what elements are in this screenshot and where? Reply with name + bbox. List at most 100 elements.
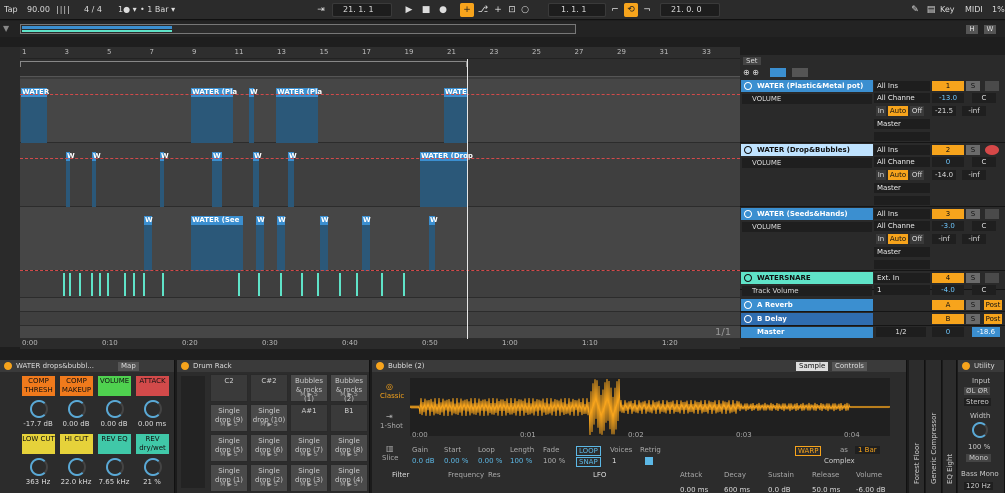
warp-button[interactable]: WARP [795,446,822,456]
monitor-auto[interactable]: Auto [888,234,908,244]
drum-pad[interactable]: Single drop (3) M ▶ S [290,464,328,492]
volume-field[interactable]: -4.0 [932,285,964,295]
loop-brace-lane[interactable] [20,59,740,77]
macro-button[interactable]: HI CUT [60,434,93,454]
pad-overview[interactable] [181,376,205,488]
snap-button[interactable]: SNAP [576,457,601,467]
tab-sample[interactable]: Sample [796,362,829,371]
volume-field[interactable]: 0 [932,157,964,167]
lane-track-3[interactable] [20,207,740,271]
power-icon[interactable] [376,362,384,370]
macro-value[interactable]: 22.0 kHz [58,478,94,486]
pre-post-toggle[interactable]: Post [984,314,1002,324]
macro-knob[interactable] [144,458,162,476]
draw-mode-icon[interactable]: ✎ [908,3,922,17]
drum-pad[interactable]: Single drop (6) M ▶ S [250,434,288,462]
voices-value[interactable]: 1 [612,457,616,465]
retrig-toggle[interactable] [645,457,653,465]
monitor-auto[interactable]: Auto [888,106,908,116]
length-value[interactable]: 100 % [510,457,532,465]
clip[interactable]: WATER [21,88,49,143]
loop-value[interactable]: 0.00 % [478,457,502,465]
macro-button[interactable]: VOLUME [98,376,131,396]
record-button[interactable]: ● [436,3,450,17]
bar-ruler[interactable]: 1 3 5 7 9 11 13 15 17 19 21 23 25 27 29 31 33 [20,47,740,59]
lane-track-2[interactable] [20,143,740,207]
snare-hit[interactable] [91,273,93,296]
snare-hit[interactable] [403,273,405,296]
macro-knob[interactable] [68,400,86,418]
device-eq-eight[interactable]: EQ Eight [943,360,957,493]
input-channel-select[interactable]: 1 [874,285,930,295]
pan-field[interactable]: C [972,221,996,231]
input-channel-select[interactable]: All Channe [874,157,930,167]
clip[interactable]: W [92,152,101,207]
session-record-icon[interactable]: ○ [518,3,532,17]
snare-hit[interactable] [301,273,303,296]
capture-icon[interactable]: ⊡ [505,3,519,17]
snare-hit[interactable] [69,273,71,296]
slice-mode-icon[interactable]: ▥ [386,444,394,453]
pad-mute-play-solo[interactable]: M ▶ S [331,390,367,399]
solo-button[interactable]: S [966,81,980,91]
power-icon[interactable] [181,362,189,370]
arrangement-position-icon[interactable]: ⇥ [314,3,328,17]
clip[interactable]: WATER (See [191,216,243,271]
solo-button[interactable]: S [966,300,980,310]
macro-button[interactable]: COMP THRESH [22,376,55,396]
arm-button[interactable] [985,209,999,219]
sustain-value[interactable]: 0.0 dB [768,486,791,493]
solo-button[interactable]: S [966,145,980,155]
pad-mute-play-solo[interactable]: M ▶ S [211,420,247,429]
macro-knob[interactable] [106,458,124,476]
drum-pad[interactable]: Single drop (7) M ▶ S [290,434,328,462]
track-activator[interactable]: 4 [932,273,964,283]
tempo-field[interactable]: 90.00 [27,4,50,16]
reenable-automation-icon[interactable]: + [491,3,505,17]
pan-field[interactable]: C [972,285,996,295]
drum-pad[interactable]: Single drop (9) M ▶ S [210,404,248,432]
punch-in-icon[interactable]: ⌐ [608,3,622,17]
clip[interactable]: W [160,152,169,207]
snare-hit[interactable] [79,273,81,296]
volume-value[interactable]: -6.00 dB [856,486,886,493]
follow-icon[interactable]: 1● ▾ [118,4,137,16]
drum-pad[interactable]: Single drop (10) M ▶ S [250,404,288,432]
device-generic-compressor[interactable]: Generic Compressor [926,360,942,493]
bass-mono-button[interactable]: Bass Mono [961,470,999,478]
arm-button[interactable] [985,273,999,283]
clip[interactable]: W [256,216,265,271]
punch-out-icon[interactable]: ¬ [640,3,654,17]
input-type-select[interactable]: Ext. In [874,273,930,283]
monitor-off[interactable]: Off [910,234,924,244]
drum-pad[interactable]: C2 [210,374,248,402]
drum-pad[interactable]: Single drop (4) M ▶ S [330,464,368,492]
macro-knob[interactable] [106,400,124,418]
lane-track-1[interactable] [20,79,740,143]
input-channel-select[interactable]: All Channe [874,221,930,231]
clip[interactable]: W [288,152,297,207]
clip[interactable]: W [362,216,371,271]
master-title[interactable]: Master [741,327,873,338]
fold-icon[interactable] [744,210,752,218]
clip[interactable]: W [277,216,286,271]
automation-arm-icon[interactable]: ⎇ [476,3,490,17]
clip[interactable]: W [253,152,262,207]
clip[interactable]: W [249,88,258,143]
macro-value[interactable]: 363 Hz [20,478,56,486]
fold-icon[interactable] [744,146,752,154]
track-title[interactable]: WATERSNARE [741,272,873,284]
macro-button[interactable]: LOW CUT [22,434,55,454]
return-title[interactable]: B Delay [741,313,873,325]
pad-mute-play-solo[interactable]: M ▶ S [291,480,327,489]
macro-button[interactable]: ATTACK [136,376,169,396]
solo-button[interactable]: S [966,273,980,283]
phase-invert-buttons[interactable]: ØL ØR [964,387,991,395]
solo-button[interactable]: S [966,314,980,324]
hide-button[interactable]: H [966,25,978,34]
monitor-in[interactable]: In [876,170,886,180]
drum-pad[interactable]: B1 [330,404,368,432]
return-track-header[interactable]: A Reverb A S Post [740,298,1005,312]
monitor-auto[interactable]: Auto [888,170,908,180]
fold-icon[interactable] [744,82,752,90]
